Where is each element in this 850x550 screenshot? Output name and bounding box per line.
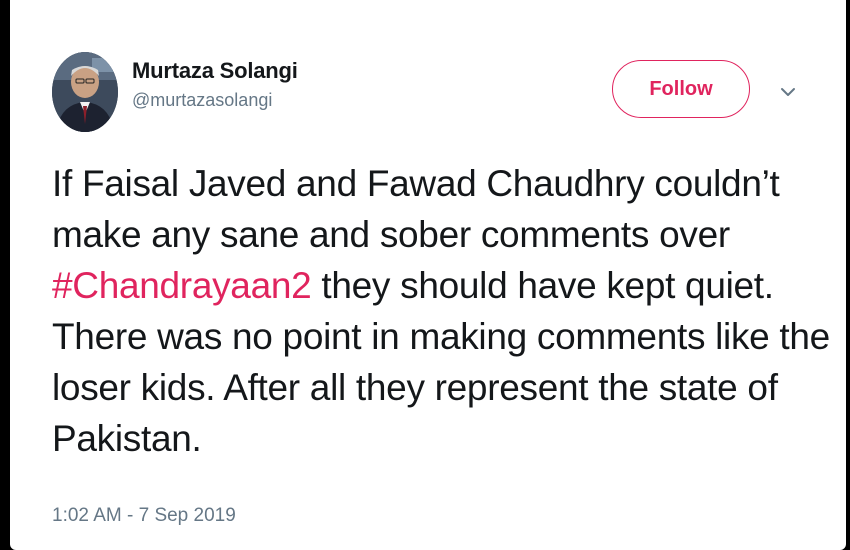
follow-button[interactable]: Follow (612, 60, 750, 118)
tweet-card: Murtaza Solangi @murtazasolangi Follow I… (10, 0, 846, 550)
tweet-header: Murtaza Solangi @murtazasolangi Follow (52, 52, 846, 136)
user-handle[interactable]: @murtazasolangi (132, 88, 298, 112)
chevron-down-icon[interactable] (776, 82, 800, 102)
avatar[interactable] (52, 52, 118, 132)
tweet-text-before: If Faisal Javed and Fawad Chaudhry could… (52, 163, 780, 255)
hashtag-link[interactable]: #Chandrayaan2 (52, 265, 312, 306)
tweet-text: If Faisal Javed and Fawad Chaudhry could… (52, 158, 832, 464)
tweet-timestamp[interactable]: 1:02 AM - 7 Sep 2019 (52, 504, 236, 528)
display-name[interactable]: Murtaza Solangi (132, 58, 298, 84)
user-info: Murtaza Solangi @murtazasolangi (132, 58, 298, 112)
